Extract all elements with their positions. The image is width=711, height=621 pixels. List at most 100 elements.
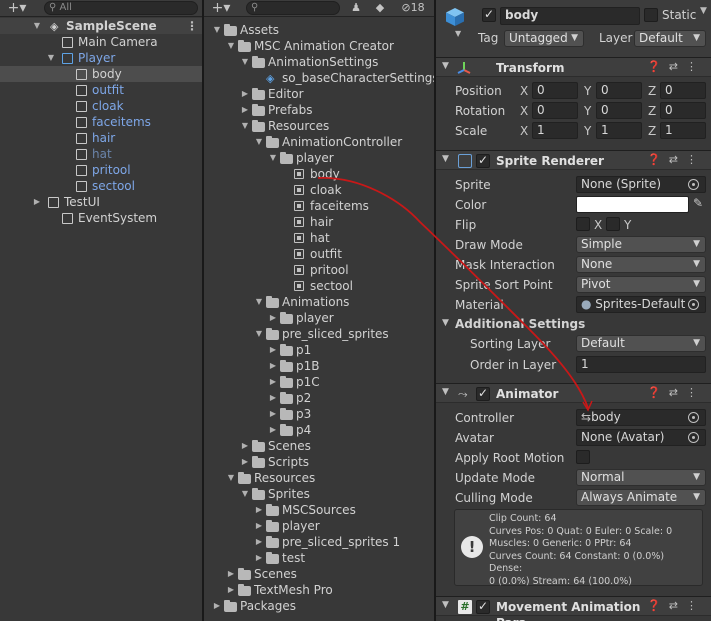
- position-z-axis-label[interactable]: Z: [648, 83, 656, 99]
- color-swatch[interactable]: [576, 196, 689, 213]
- object-picker-icon[interactable]: [688, 179, 699, 190]
- flip-x-checkbox[interactable]: [576, 217, 590, 231]
- scene-header[interactable]: ▼ ◈ SampleScene ⋮: [0, 18, 202, 34]
- project-item[interactable]: ▼ AnimationSettings: [204, 54, 434, 70]
- hierarchy-search-input[interactable]: ⚲ All: [44, 1, 198, 15]
- draw-mode-dropdown[interactable]: Simple ▼: [576, 236, 706, 253]
- rotation-x-axis-label[interactable]: X: [520, 103, 528, 119]
- project-item[interactable]: ▼ MSC Animation Creator: [204, 38, 434, 54]
- hierarchy-item[interactable]: body: [0, 66, 202, 82]
- project-item[interactable]: ▼ pre_sliced_sprites: [204, 326, 434, 342]
- expand-arrow-icon[interactable]: ▼: [254, 134, 264, 150]
- project-item[interactable]: ▶ player: [204, 310, 434, 326]
- hidden-packages-toggle[interactable]: ⊘18: [394, 0, 432, 17]
- project-item[interactable]: hat: [204, 230, 434, 246]
- project-search-input[interactable]: ⚲: [246, 1, 340, 15]
- transform-component-header[interactable]: ▼ Transform ❓⇄⋮: [436, 57, 711, 77]
- project-item[interactable]: faceitems: [204, 198, 434, 214]
- help-icon[interactable]: ❓: [647, 386, 669, 399]
- context-menu-icon[interactable]: ⋮: [686, 153, 705, 166]
- eyedropper-icon[interactable]: ✎: [693, 196, 703, 210]
- order-in-layer-input[interactable]: 1: [576, 356, 706, 373]
- context-menu-icon[interactable]: ⋮: [686, 386, 705, 399]
- project-item[interactable]: ▶ Scripts: [204, 454, 434, 470]
- expand-arrow-icon[interactable]: ▼: [254, 326, 264, 342]
- collapse-arrow-icon[interactable]: ▶: [268, 342, 278, 358]
- help-icon[interactable]: ❓: [647, 153, 669, 166]
- scale-x-input[interactable]: 1: [532, 122, 578, 139]
- project-item[interactable]: ▼ Animations: [204, 294, 434, 310]
- hierarchy-item[interactable]: hat: [0, 146, 202, 162]
- hierarchy-item[interactable]: outfit: [0, 82, 202, 98]
- collapse-arrow-icon[interactable]: ▶: [32, 194, 42, 210]
- tag-dropdown[interactable]: Untagged ▼: [504, 30, 584, 47]
- project-item[interactable]: ▶ pre_sliced_sprites 1: [204, 534, 434, 550]
- hierarchy-item[interactable]: ▶ TestUI: [0, 194, 202, 210]
- movement-animation-enabled-checkbox[interactable]: [476, 599, 490, 614]
- collapse-arrow-icon[interactable]: ▶: [240, 438, 250, 454]
- project-item[interactable]: outfit: [204, 246, 434, 262]
- project-item[interactable]: ▼ Assets: [204, 22, 434, 38]
- static-dropdown-arrow-icon[interactable]: ▼: [700, 6, 707, 16]
- collapse-arrow-icon[interactable]: ▶: [212, 598, 222, 614]
- sprite-renderer-enabled-checkbox[interactable]: [476, 153, 490, 168]
- filter-by-label-icon[interactable]: ◆: [370, 0, 390, 17]
- project-item[interactable]: ▶ p2: [204, 390, 434, 406]
- hierarchy-item[interactable]: Main Camera: [0, 34, 202, 50]
- collapse-arrow-icon[interactable]: ▶: [268, 422, 278, 438]
- expand-arrow-icon[interactable]: ▼: [442, 387, 449, 397]
- project-item[interactable]: ▶ p1B: [204, 358, 434, 374]
- animator-enabled-checkbox[interactable]: [476, 386, 490, 401]
- collapse-arrow-icon[interactable]: ▶: [240, 86, 250, 102]
- expand-arrow-icon[interactable]: ▼: [226, 38, 236, 54]
- expand-arrow-icon[interactable]: ▼: [240, 486, 250, 502]
- rotation-y-axis-label[interactable]: Y: [584, 103, 591, 119]
- collapse-arrow-icon[interactable]: ▶: [254, 550, 264, 566]
- filter-by-type-icon[interactable]: ♟: [346, 0, 366, 17]
- static-checkbox[interactable]: [644, 8, 658, 22]
- hierarchy-item[interactable]: pritool: [0, 162, 202, 178]
- preset-icon[interactable]: ⇄: [669, 599, 686, 612]
- position-x-input[interactable]: 0: [532, 82, 578, 99]
- scale-x-axis-label[interactable]: X: [520, 123, 528, 139]
- context-menu-icon[interactable]: ⋮: [686, 599, 705, 612]
- collapse-arrow-icon[interactable]: ▶: [240, 102, 250, 118]
- expand-arrow-icon[interactable]: ▼: [254, 294, 264, 310]
- animator-component-header[interactable]: ▼ ⤳ Animator ❓⇄⋮: [436, 383, 711, 403]
- project-item[interactable]: ▶ p1C: [204, 374, 434, 390]
- position-y-input[interactable]: 0: [596, 82, 642, 99]
- collapse-arrow-icon[interactable]: ▶: [268, 406, 278, 422]
- rotation-x-input[interactable]: 0: [532, 102, 578, 119]
- scale-y-axis-label[interactable]: Y: [584, 123, 591, 139]
- collapse-arrow-icon[interactable]: ▶: [268, 374, 278, 390]
- project-item[interactable]: sectool: [204, 278, 434, 294]
- project-item[interactable]: hair: [204, 214, 434, 230]
- hierarchy-item[interactable]: sectool: [0, 178, 202, 194]
- project-item[interactable]: ▶ MSCSources: [204, 502, 434, 518]
- active-checkbox[interactable]: [482, 7, 496, 22]
- object-name-input[interactable]: body: [500, 7, 640, 25]
- collapse-arrow-icon[interactable]: ▶: [226, 582, 236, 598]
- hierarchy-item[interactable]: EventSystem: [0, 210, 202, 226]
- project-item[interactable]: ▶ player: [204, 518, 434, 534]
- sprite-renderer-component-header[interactable]: ▼ Sprite Renderer ❓⇄⋮: [436, 150, 711, 170]
- object-picker-icon[interactable]: [688, 432, 699, 443]
- hierarchy-item[interactable]: hair: [0, 130, 202, 146]
- project-item[interactable]: ▶ TextMesh Pro: [204, 582, 434, 598]
- apply-root-motion-checkbox[interactable]: [576, 450, 590, 464]
- project-item[interactable]: ◈ so_baseCharacterSettings: [204, 70, 434, 86]
- project-item[interactable]: ▶ Editor: [204, 86, 434, 102]
- rotation-z-axis-label[interactable]: Z: [648, 103, 656, 119]
- material-object-field[interactable]: ● Sprites-Default: [576, 296, 706, 313]
- expand-arrow-icon[interactable]: ▼: [240, 118, 250, 134]
- scale-y-input[interactable]: 1: [596, 122, 642, 139]
- collapse-arrow-icon[interactable]: ▶: [254, 534, 264, 550]
- project-item[interactable]: ▶ Packages: [204, 598, 434, 614]
- hierarchy-item[interactable]: cloak: [0, 98, 202, 114]
- update-mode-dropdown[interactable]: Normal ▼: [576, 469, 706, 486]
- icon-dropdown-arrow-icon[interactable]: ▼: [455, 29, 461, 38]
- hierarchy-add-button[interactable]: +▾: [4, 0, 30, 17]
- hierarchy-item[interactable]: faceitems: [0, 114, 202, 130]
- expand-arrow-icon[interactable]: ▼: [32, 18, 42, 34]
- component-header-buttons[interactable]: ❓⇄⋮: [647, 599, 705, 612]
